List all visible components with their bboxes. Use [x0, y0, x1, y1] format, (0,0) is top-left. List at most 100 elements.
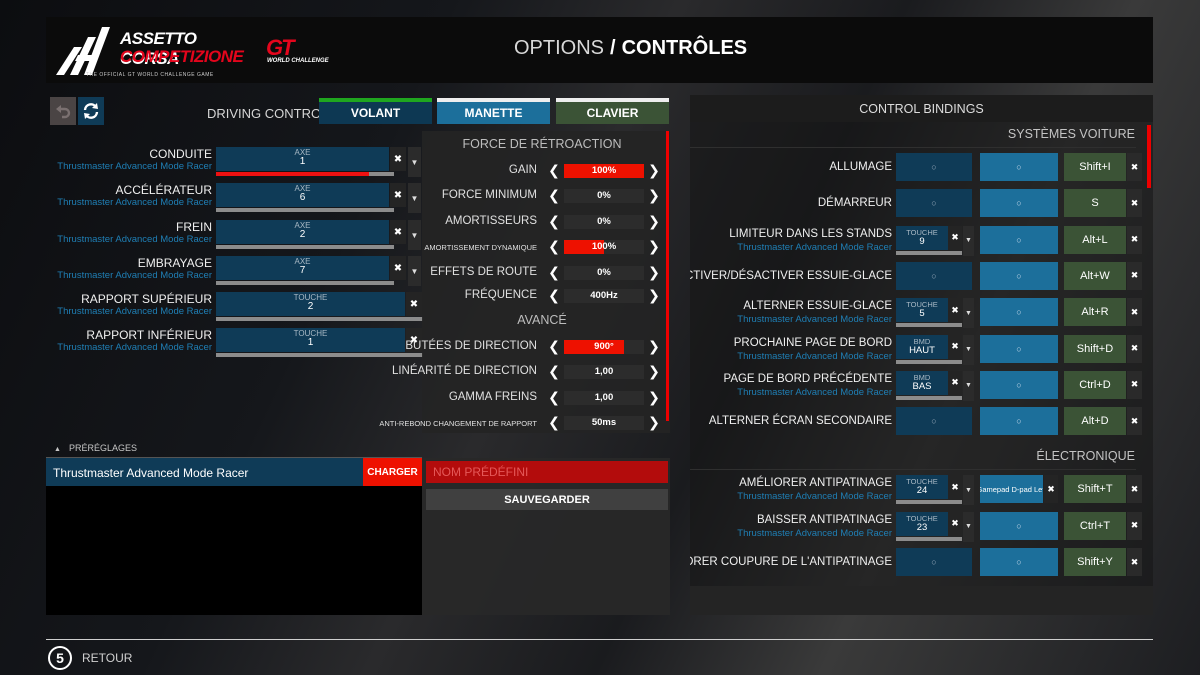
ffb-slider[interactable]: 0%	[564, 266, 644, 280]
dropdown-arrow-icon[interactable]: ▼	[963, 334, 974, 365]
gamepad-binding-empty[interactable]: ○	[980, 189, 1058, 218]
clear-keyboard-binding-icon[interactable]: ✖	[1127, 548, 1142, 576]
load-preset-button[interactable]: CHARGER	[363, 458, 422, 486]
wheel-binding[interactable]: BMD HAUT	[896, 334, 948, 359]
increase-arrow-icon[interactable]: ❯	[648, 264, 660, 281]
wheel-binding[interactable]: BMD BAS	[896, 370, 948, 395]
increase-arrow-icon[interactable]: ❯	[648, 338, 660, 355]
clear-binding-icon[interactable]: ✖	[406, 292, 422, 316]
back-button[interactable]: 5 RETOUR	[48, 646, 132, 670]
axis-binding-box[interactable]: TOUCHE 2	[216, 292, 405, 316]
wheel-binding-empty[interactable]: ○	[896, 407, 972, 436]
increase-arrow-icon[interactable]: ❯	[648, 363, 660, 380]
clear-keyboard-binding-icon[interactable]: ✖	[1127, 334, 1142, 363]
undo-button[interactable]	[50, 97, 76, 125]
presets-header[interactable]: ▲ PRÉRÉGLAGES	[46, 443, 422, 457]
ffb-slider[interactable]: 400Hz	[564, 289, 644, 303]
gamepad-binding-empty[interactable]: ○	[980, 225, 1058, 254]
keyboard-binding[interactable]: Alt+L	[1064, 225, 1126, 254]
increase-arrow-icon[interactable]: ❯	[648, 162, 660, 179]
clear-keyboard-binding-icon[interactable]: ✖	[1127, 225, 1142, 254]
clear-keyboard-binding-icon[interactable]: ✖	[1127, 407, 1142, 436]
tab-manette[interactable]: MANETTE	[437, 98, 550, 124]
keyboard-binding[interactable]: Shift+Y	[1064, 548, 1126, 576]
ffb-slider[interactable]: 1,00	[564, 365, 644, 379]
ffb-slider[interactable]: 0%	[564, 189, 644, 203]
clear-binding-icon[interactable]: ✖	[390, 147, 406, 171]
increase-arrow-icon[interactable]: ❯	[648, 238, 660, 255]
clear-wheel-binding-icon[interactable]: ✖	[948, 298, 962, 323]
ffb-slider[interactable]: 100%	[564, 240, 644, 254]
axis-binding-box[interactable]: TOUCHE 1	[216, 328, 405, 352]
dropdown-arrow-icon[interactable]: ▼	[963, 370, 974, 401]
axis-binding-box[interactable]: AXE 1	[216, 147, 389, 171]
dropdown-arrow-icon[interactable]: ▼	[963, 475, 974, 506]
increase-arrow-icon[interactable]: ❯	[648, 213, 660, 230]
dropdown-arrow-icon[interactable]: ▼	[408, 220, 421, 250]
wheel-binding[interactable]: TOUCHE 9	[896, 225, 948, 250]
increase-arrow-icon[interactable]: ❯	[648, 287, 660, 304]
bindings-scrollbar[interactable]	[1147, 125, 1151, 188]
clear-keyboard-binding-icon[interactable]: ✖	[1127, 189, 1142, 218]
ffb-slider[interactable]: 0%	[564, 215, 644, 229]
tab-clavier[interactable]: CLAVIER	[556, 98, 669, 124]
clear-binding-icon[interactable]: ✖	[390, 256, 406, 280]
decrease-arrow-icon[interactable]: ❮	[548, 187, 560, 204]
decrease-arrow-icon[interactable]: ❮	[548, 363, 560, 380]
save-preset-button[interactable]: SAUVEGARDER	[426, 489, 668, 510]
gamepad-binding[interactable]: Gamepad D-pad Left	[980, 475, 1043, 504]
decrease-arrow-icon[interactable]: ❮	[548, 264, 560, 281]
clear-binding-icon[interactable]: ✖	[390, 220, 406, 244]
increase-arrow-icon[interactable]: ❯	[648, 414, 660, 431]
dropdown-arrow-icon[interactable]: ▼	[963, 298, 974, 329]
dropdown-arrow-icon[interactable]: ▼	[963, 225, 974, 256]
keyboard-binding[interactable]: Alt+D	[1064, 407, 1126, 436]
gamepad-binding-empty[interactable]: ○	[980, 407, 1058, 436]
keyboard-binding[interactable]: Alt+W	[1064, 261, 1126, 290]
clear-wheel-binding-icon[interactable]: ✖	[948, 475, 962, 500]
keyboard-binding[interactable]: S	[1064, 189, 1126, 218]
gamepad-binding-empty[interactable]: ○	[980, 370, 1058, 399]
increase-arrow-icon[interactable]: ❯	[648, 187, 660, 204]
dropdown-arrow-icon[interactable]: ▼	[408, 147, 421, 177]
clear-wheel-binding-icon[interactable]: ✖	[948, 225, 962, 250]
clear-keyboard-binding-icon[interactable]: ✖	[1127, 511, 1142, 540]
clear-keyboard-binding-icon[interactable]: ✖	[1127, 298, 1142, 327]
ffb-slider[interactable]: 1,00	[564, 391, 644, 405]
decrease-arrow-icon[interactable]: ❮	[548, 162, 560, 179]
preset-item[interactable]: Thrustmaster Advanced Mode Racer	[46, 458, 363, 486]
gamepad-binding-empty[interactable]: ○	[980, 261, 1058, 290]
decrease-arrow-icon[interactable]: ❮	[548, 213, 560, 230]
decrease-arrow-icon[interactable]: ❮	[548, 414, 560, 431]
decrease-arrow-icon[interactable]: ❮	[548, 389, 560, 406]
wheel-binding-empty[interactable]: ○	[896, 261, 972, 290]
gamepad-binding-empty[interactable]: ○	[980, 298, 1058, 327]
clear-keyboard-binding-icon[interactable]: ✖	[1127, 370, 1142, 399]
axis-binding-box[interactable]: AXE 6	[216, 183, 389, 207]
clear-keyboard-binding-icon[interactable]: ✖	[1127, 261, 1142, 290]
keyboard-binding[interactable]: Alt+R	[1064, 298, 1126, 327]
axis-binding-box[interactable]: AXE 7	[216, 256, 389, 280]
dropdown-arrow-icon[interactable]: ▼	[408, 183, 421, 213]
increase-arrow-icon[interactable]: ❯	[648, 389, 660, 406]
clear-keyboard-binding-icon[interactable]: ✖	[1127, 153, 1142, 181]
ffb-slider[interactable]: 100%	[564, 164, 644, 178]
decrease-arrow-icon[interactable]: ❮	[548, 287, 560, 304]
clear-binding-icon[interactable]: ✖	[390, 183, 406, 207]
wheel-binding-empty[interactable]: ○	[896, 189, 972, 218]
clear-wheel-binding-icon[interactable]: ✖	[948, 334, 962, 359]
clear-wheel-binding-icon[interactable]: ✖	[948, 511, 962, 536]
gamepad-binding-empty[interactable]: ○	[980, 511, 1058, 540]
dropdown-arrow-icon[interactable]: ▼	[963, 511, 974, 542]
clear-keyboard-binding-icon[interactable]: ✖	[1127, 475, 1142, 504]
decrease-arrow-icon[interactable]: ❮	[548, 238, 560, 255]
gamepad-binding-empty[interactable]: ○	[980, 548, 1058, 576]
tab-volant[interactable]: VOLANT	[319, 98, 432, 124]
keyboard-binding[interactable]: Shift+I	[1064, 153, 1126, 181]
ffb-slider[interactable]: 50ms	[564, 416, 644, 430]
keyboard-binding[interactable]: Shift+D	[1064, 334, 1126, 363]
keyboard-binding[interactable]: Ctrl+D	[1064, 370, 1126, 399]
gamepad-binding-empty[interactable]: ○	[980, 334, 1058, 363]
wheel-binding[interactable]: TOUCHE 5	[896, 298, 948, 323]
axis-binding-box[interactable]: AXE 2	[216, 220, 389, 244]
